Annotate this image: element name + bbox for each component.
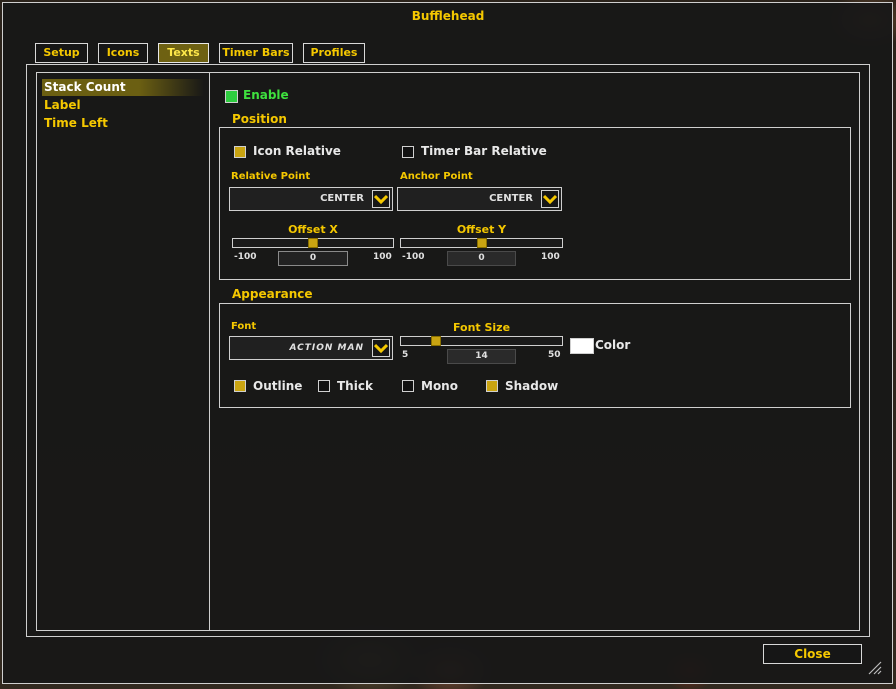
outline-label: Outline [253,379,303,393]
position-heading: Position [232,112,287,126]
offset-y-max: 100 [541,252,560,262]
font-size-label: Font Size [452,321,511,334]
tab-texts[interactable]: Texts [158,43,209,63]
offset-x-thumb[interactable] [308,238,318,248]
font-value: ACTION MAN [289,343,364,353]
tab-setup[interactable]: Setup [35,43,88,63]
close-button[interactable]: Close [763,644,862,664]
offset-y-min: -100 [402,252,425,262]
list-item-stack-count[interactable]: Stack Count [42,79,204,96]
mono-checkbox[interactable] [402,380,414,392]
font-dropdown[interactable]: ACTION MAN [229,336,393,360]
appearance-heading: Appearance [232,287,313,301]
anchor-point-value: CENTER [489,193,533,204]
window-title: Bufflehead [411,9,485,23]
offset-x-input[interactable]: 0 [278,251,348,266]
font-size-max: 50 [548,350,561,360]
icon-relative-label: Icon Relative [253,144,341,158]
font-label: Font [231,321,257,332]
font-size-thumb[interactable] [431,336,441,346]
enable-checkbox[interactable] [225,90,238,103]
mono-label: Mono [421,379,458,393]
shadow-checkbox[interactable] [486,380,498,392]
list-item-label[interactable]: Label [42,97,204,114]
tab-profiles[interactable]: Profiles [303,43,365,63]
relative-point-value: CENTER [320,193,364,204]
timer-bar-relative-label: Timer Bar Relative [421,144,547,158]
color-label: Color [595,338,631,352]
anchor-point-dropdown[interactable]: CENTER [397,187,562,211]
anchor-point-label: Anchor Point [400,171,473,182]
timer-bar-relative-checkbox[interactable] [402,146,414,158]
font-size-input[interactable]: 14 [447,349,516,364]
offset-y-slider[interactable] [400,238,563,248]
offset-y-label: Offset Y [456,223,507,236]
thick-checkbox[interactable] [318,380,330,392]
icon-relative-checkbox[interactable] [234,146,246,158]
outline-checkbox[interactable] [234,380,246,392]
resize-grip-icon[interactable] [866,659,882,675]
enable-label: Enable [243,88,289,102]
chevron-down-icon[interactable] [372,339,390,357]
tab-timer-bars[interactable]: Timer Bars [219,43,293,63]
font-size-slider[interactable] [400,336,563,346]
offset-y-input[interactable]: 0 [447,251,516,266]
thick-label: Thick [337,379,373,393]
offset-x-max: 100 [373,252,392,262]
chevron-down-icon[interactable] [541,190,559,208]
tab-icons[interactable]: Icons [98,43,148,63]
offset-x-min: -100 [234,252,257,262]
font-size-min: 5 [402,350,409,360]
relative-point-label: Relative Point [231,171,311,182]
chevron-down-icon[interactable] [372,190,390,208]
relative-point-dropdown[interactable]: CENTER [229,187,393,211]
shadow-label: Shadow [505,379,559,393]
offset-x-label: Offset X [288,223,338,236]
color-swatch[interactable] [570,338,594,354]
text-list-panel [36,72,210,631]
offset-y-thumb[interactable] [477,238,487,248]
offset-x-slider[interactable] [232,238,394,248]
list-item-time-left[interactable]: Time Left [42,115,204,132]
